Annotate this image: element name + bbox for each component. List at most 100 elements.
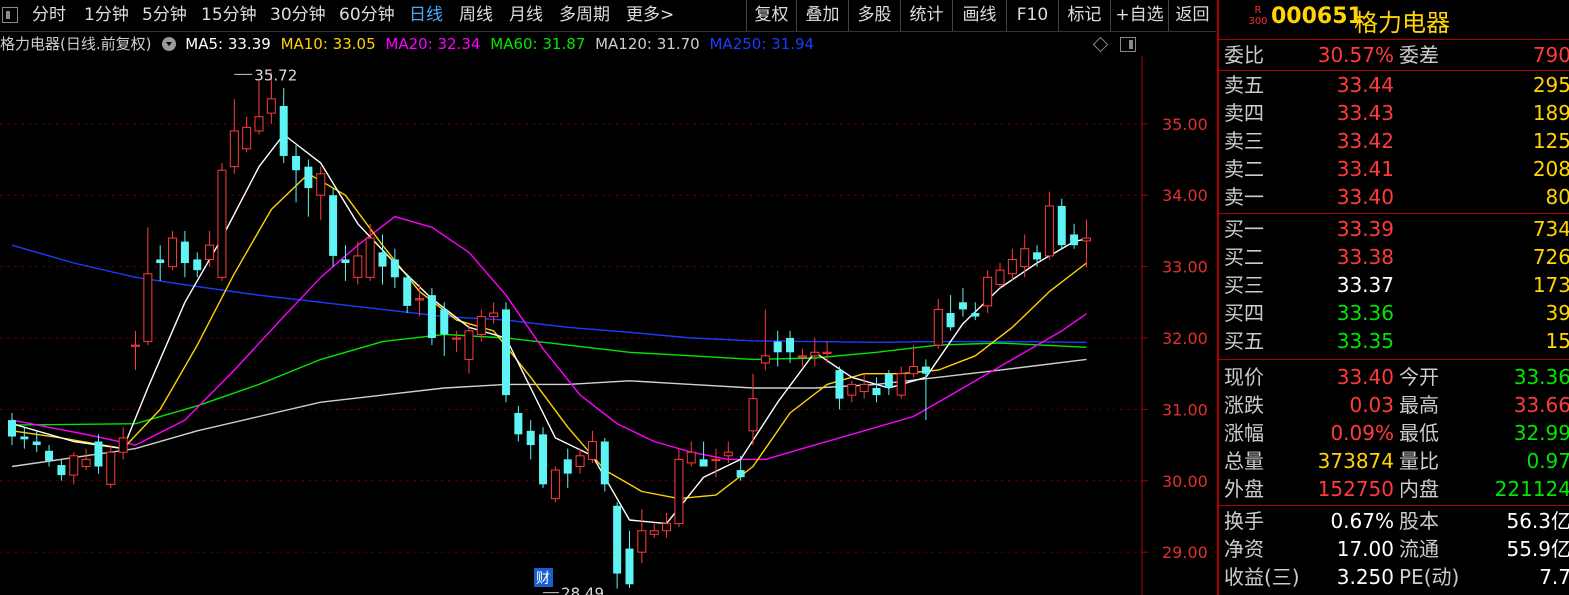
bid-label: 买五 (1224, 329, 1264, 353)
event-badge-label: 财 (536, 571, 550, 587)
candle-body (921, 366, 930, 374)
tab-intraday[interactable]: 分时 (32, 0, 66, 31)
order-ratio-value: 30.57% (1317, 43, 1394, 67)
ask-label: 卖四 (1224, 101, 1264, 125)
candle-body (1033, 252, 1042, 260)
fund-row-netasset: 净资 17.00 流通 55.9亿 (1219, 535, 1569, 563)
candle-body (563, 459, 572, 474)
turnover-label: 换手 (1224, 509, 1264, 533)
net-asset-value: 17.00 (1336, 537, 1394, 561)
volume-ratio-label: 量比 (1399, 449, 1439, 473)
candle-body (69, 455, 79, 476)
ask-label: 卖五 (1224, 73, 1264, 97)
quote-header: R 300 000651 格力电器 (1219, 0, 1569, 40)
candle-body (143, 273, 153, 343)
tab-1min[interactable]: 1分钟 (84, 0, 129, 31)
indicator-settings-icon[interactable] (162, 37, 177, 51)
candle-body (514, 412, 523, 435)
restore-rights-button[interactable]: 复权 (746, 0, 796, 31)
tab-weekly[interactable]: 周线 (459, 0, 493, 31)
tab-30min[interactable]: 30分钟 (270, 0, 326, 31)
stat-row-price: 现价 33.40 今开 33.36 (1219, 363, 1569, 391)
y-tick-label: 32.00 (1162, 329, 1208, 348)
bid-label: 买二 (1224, 245, 1264, 269)
ask-label: 卖三 (1224, 129, 1264, 153)
mark-button[interactable]: 标记 (1058, 0, 1110, 31)
candle-body (205, 244, 215, 260)
add-watchlist-button[interactable]: +自选 (1110, 0, 1168, 31)
candle-body (329, 195, 338, 256)
low-annotation: 28.49 (561, 585, 604, 595)
candle-body (662, 523, 672, 532)
candle-body (550, 469, 560, 500)
layout-toggle-icon[interactable] (2, 7, 18, 23)
bid-price: 33.37 (1336, 273, 1394, 297)
candle-body (229, 130, 239, 168)
candle-body (304, 166, 313, 189)
bid-row: 买一 33.39 734 (1219, 215, 1569, 243)
side-panel-icon[interactable] (1120, 37, 1136, 52)
candle-body (1057, 205, 1066, 246)
candle-body (810, 351, 820, 357)
candle-body (8, 420, 16, 437)
pe-label: PE(动) (1399, 565, 1460, 589)
candle-body (279, 105, 288, 156)
kline-chart[interactable]: 35.00 34.00 33.00 32.00 31.00 30.00 29.00 35.72… (0, 56, 1216, 595)
tab-multi-period[interactable]: 多周期 (559, 0, 610, 31)
candle-body (168, 237, 178, 268)
candle-body (193, 259, 202, 271)
bid-label: 买三 (1224, 273, 1264, 297)
candle-body (587, 441, 597, 460)
candle-body (464, 330, 474, 360)
candle-body (20, 436, 29, 440)
tab-monthly[interactable]: 月线 (509, 0, 543, 31)
ask-volume: 295 (1532, 73, 1569, 97)
eps-value: 3.250 (1336, 565, 1394, 589)
ask-label: 卖二 (1224, 157, 1264, 181)
float-share-label: 流通 (1399, 537, 1439, 561)
open-value: 33.36 (1513, 365, 1569, 389)
volume-label: 总量 (1224, 449, 1264, 473)
candle-body (872, 387, 881, 396)
tab-daily[interactable]: 日线 (409, 0, 443, 31)
bid-row: 买四 33.36 39 (1219, 299, 1569, 327)
tab-15min[interactable]: 15分钟 (201, 0, 257, 31)
ask-price: 33.43 (1336, 101, 1394, 125)
statistics-button[interactable]: 统计 (900, 0, 952, 31)
divider (1219, 359, 1569, 360)
order-diff-label: 委差 (1399, 43, 1439, 67)
ask-volume: 189 (1532, 101, 1569, 125)
overlay-button[interactable]: 叠加 (796, 0, 848, 31)
bid-price: 33.38 (1336, 245, 1394, 269)
candle-body (452, 337, 462, 340)
change-pct-value: 0.09% (1330, 421, 1394, 445)
candle-body (180, 241, 189, 264)
multi-stock-button[interactable]: 多股 (848, 0, 900, 31)
candle-body (1070, 234, 1079, 246)
candle-body (946, 313, 955, 328)
candle-body (353, 255, 363, 278)
f10-button[interactable]: F10 (1006, 0, 1058, 31)
draw-line-button[interactable]: 画线 (952, 0, 1006, 31)
last-price-label: 现价 (1224, 365, 1264, 389)
fund-row-eps: 收益(三) 3.250 PE(动) 7.7 (1219, 563, 1569, 591)
outer-disk-value: 152750 (1317, 477, 1394, 501)
stat-row-volume: 总量 373874 量比 0.97 (1219, 447, 1569, 475)
candle-body (1081, 237, 1091, 242)
tab-5min[interactable]: 5分钟 (142, 0, 187, 31)
candle-body (254, 116, 264, 132)
candle-body (427, 295, 436, 338)
back-button[interactable]: 返回 (1168, 0, 1216, 31)
bid-row: 买三 33.37 173 (1219, 271, 1569, 299)
candle-body (637, 530, 647, 553)
candle-body (995, 269, 1005, 285)
candle-body (390, 259, 399, 278)
tab-60min[interactable]: 60分钟 (339, 0, 395, 31)
bid-volume: 15 (1545, 329, 1569, 353)
bid-volume: 39 (1545, 301, 1569, 325)
bid-price: 33.39 (1336, 217, 1394, 241)
last-price-value: 33.40 (1336, 365, 1394, 389)
tab-more[interactable]: 更多> (626, 0, 674, 31)
bid-label: 买一 (1224, 217, 1264, 241)
ask-volume: 208 (1532, 157, 1569, 181)
